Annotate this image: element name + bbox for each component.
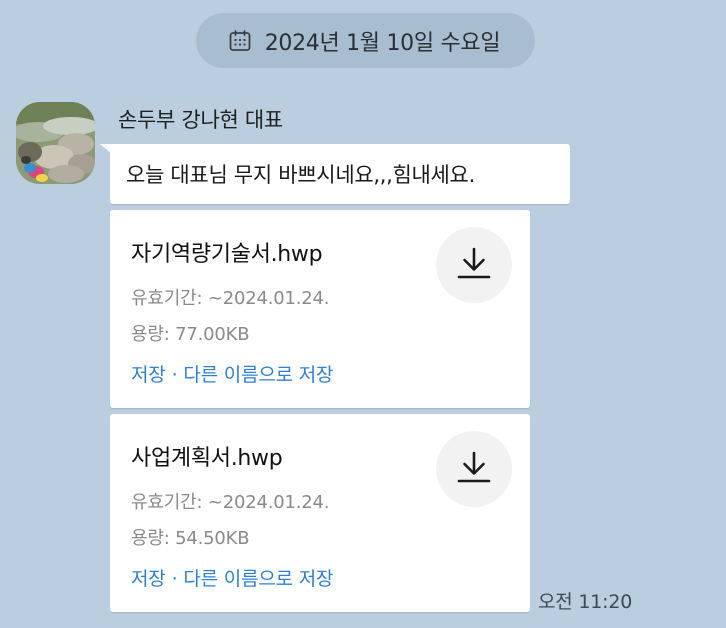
separator: · [171,364,178,386]
message-bubble[interactable]: 오늘 대표님 무지 바쁘시네요,,,힘내세요. [110,144,570,204]
calendar-icon [227,28,253,54]
file-actions: 저장 · 다른 이름으로 저장 [131,360,334,387]
save-as-link[interactable]: 다른 이름으로 저장 [183,568,333,590]
separator: · [171,568,178,590]
download-icon [456,449,492,489]
file-actions: 저장 · 다른 이름으로 저장 [131,564,334,591]
file-card[interactable]: 자기역량기술서.hwp 유효기간: ~2024.01.24. 용량: 77.00… [110,210,530,408]
date-text: 2024년 1월 10일 수요일 [264,30,501,56]
message-time: 오전 11:20 [538,591,633,613]
avatar[interactable] [16,102,95,184]
download-button[interactable] [436,227,512,303]
save-link[interactable]: 저장 [131,568,166,590]
save-as-link[interactable]: 다른 이름으로 저장 [183,364,333,386]
message-text: 오늘 대표님 무지 바쁘시네요,,,힘내세요. [126,163,475,187]
file-name: 자기역량기술서.hwp [131,242,323,267]
download-button[interactable] [436,431,512,507]
sender-name: 손두부 강나현 대표 [118,108,283,132]
file-size: 용량: 54.50KB [131,528,250,549]
file-name: 사업계획서.hwp [131,446,283,471]
file-card[interactable]: 사업계획서.hwp 유효기간: ~2024.01.24. 용량: 54.50KB… [110,414,530,612]
date-divider: 2024년 1월 10일 수요일 [196,13,535,68]
file-expiry: 유효기간: ~2024.01.24. [131,492,330,513]
download-icon [456,245,492,285]
save-link[interactable]: 저장 [131,364,166,386]
file-size: 용량: 77.00KB [131,324,250,345]
file-expiry: 유효기간: ~2024.01.24. [131,288,330,309]
